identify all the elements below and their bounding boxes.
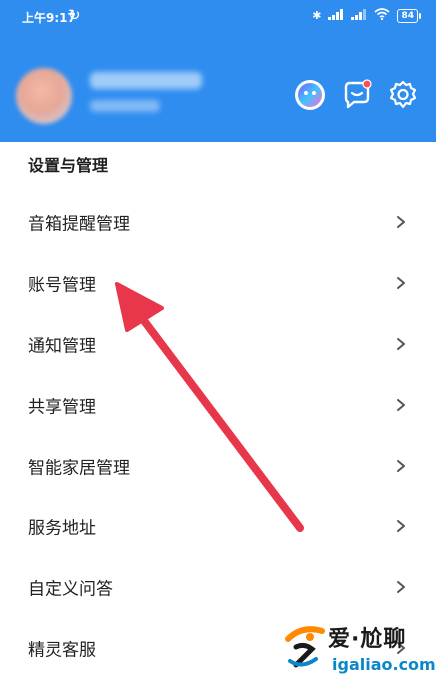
menu-item-sharing[interactable]: 共享管理 bbox=[0, 375, 436, 435]
watermark-logo-icon bbox=[285, 626, 325, 668]
user-subtitle-blurred bbox=[90, 100, 160, 112]
watermark: 爱·尬聊 igaliao.com bbox=[282, 617, 436, 679]
watermark-name: 爱·尬聊 bbox=[328, 627, 407, 652]
chevron-right-icon bbox=[396, 215, 406, 229]
chevron-right-icon bbox=[396, 276, 406, 290]
menu-item-label: 精灵客服 bbox=[28, 640, 96, 661]
message-icon[interactable] bbox=[340, 78, 374, 112]
profile-header: 上午9:17 ↻ ✱ 84 bbox=[0, 0, 436, 142]
chevron-right-icon bbox=[396, 398, 406, 412]
menu-item-label: 音箱提醒管理 bbox=[28, 214, 130, 235]
status-indicators: ✱ 84 bbox=[312, 8, 421, 23]
signal-icon bbox=[328, 8, 344, 23]
chevron-right-icon bbox=[396, 519, 406, 533]
status-bar: 上午9:17 ↻ ✱ 84 bbox=[0, 0, 436, 36]
battery-icon: 84 bbox=[397, 8, 421, 23]
settings-icon[interactable] bbox=[386, 78, 420, 112]
assistant-icon[interactable] bbox=[293, 78, 327, 112]
menu-item-custom-qa[interactable]: 自定义问答 bbox=[0, 557, 436, 617]
wifi-icon bbox=[374, 8, 390, 23]
chevron-right-icon bbox=[396, 580, 406, 594]
menu-item-label: 智能家居管理 bbox=[28, 458, 130, 479]
menu-item-service-address[interactable]: 服务地址 bbox=[0, 496, 436, 556]
menu-item-smart-home[interactable]: 智能家居管理 bbox=[0, 436, 436, 496]
avatar[interactable] bbox=[16, 68, 72, 124]
sync-icon: ↻ bbox=[68, 6, 81, 24]
menu-item-label: 服务地址 bbox=[28, 518, 96, 539]
menu-item-speaker-reminder[interactable]: 音箱提醒管理 bbox=[0, 192, 436, 252]
menu-item-label: 通知管理 bbox=[28, 336, 96, 357]
section-title: 设置与管理 bbox=[28, 156, 109, 175]
menu-item-account[interactable]: 账号管理 bbox=[0, 253, 436, 313]
chevron-right-icon bbox=[396, 459, 406, 473]
menu-item-notification[interactable]: 通知管理 bbox=[0, 314, 436, 374]
user-name-blurred[interactable] bbox=[90, 72, 202, 89]
menu-item-label: 自定义问答 bbox=[28, 579, 113, 600]
bluetooth-icon: ✱ bbox=[312, 9, 322, 22]
watermark-url: igaliao.com bbox=[332, 655, 436, 674]
menu-item-label: 共享管理 bbox=[28, 397, 96, 418]
menu-item-label: 账号管理 bbox=[28, 275, 96, 296]
chevron-right-icon bbox=[396, 337, 406, 351]
signal-icon-2 bbox=[351, 8, 367, 23]
